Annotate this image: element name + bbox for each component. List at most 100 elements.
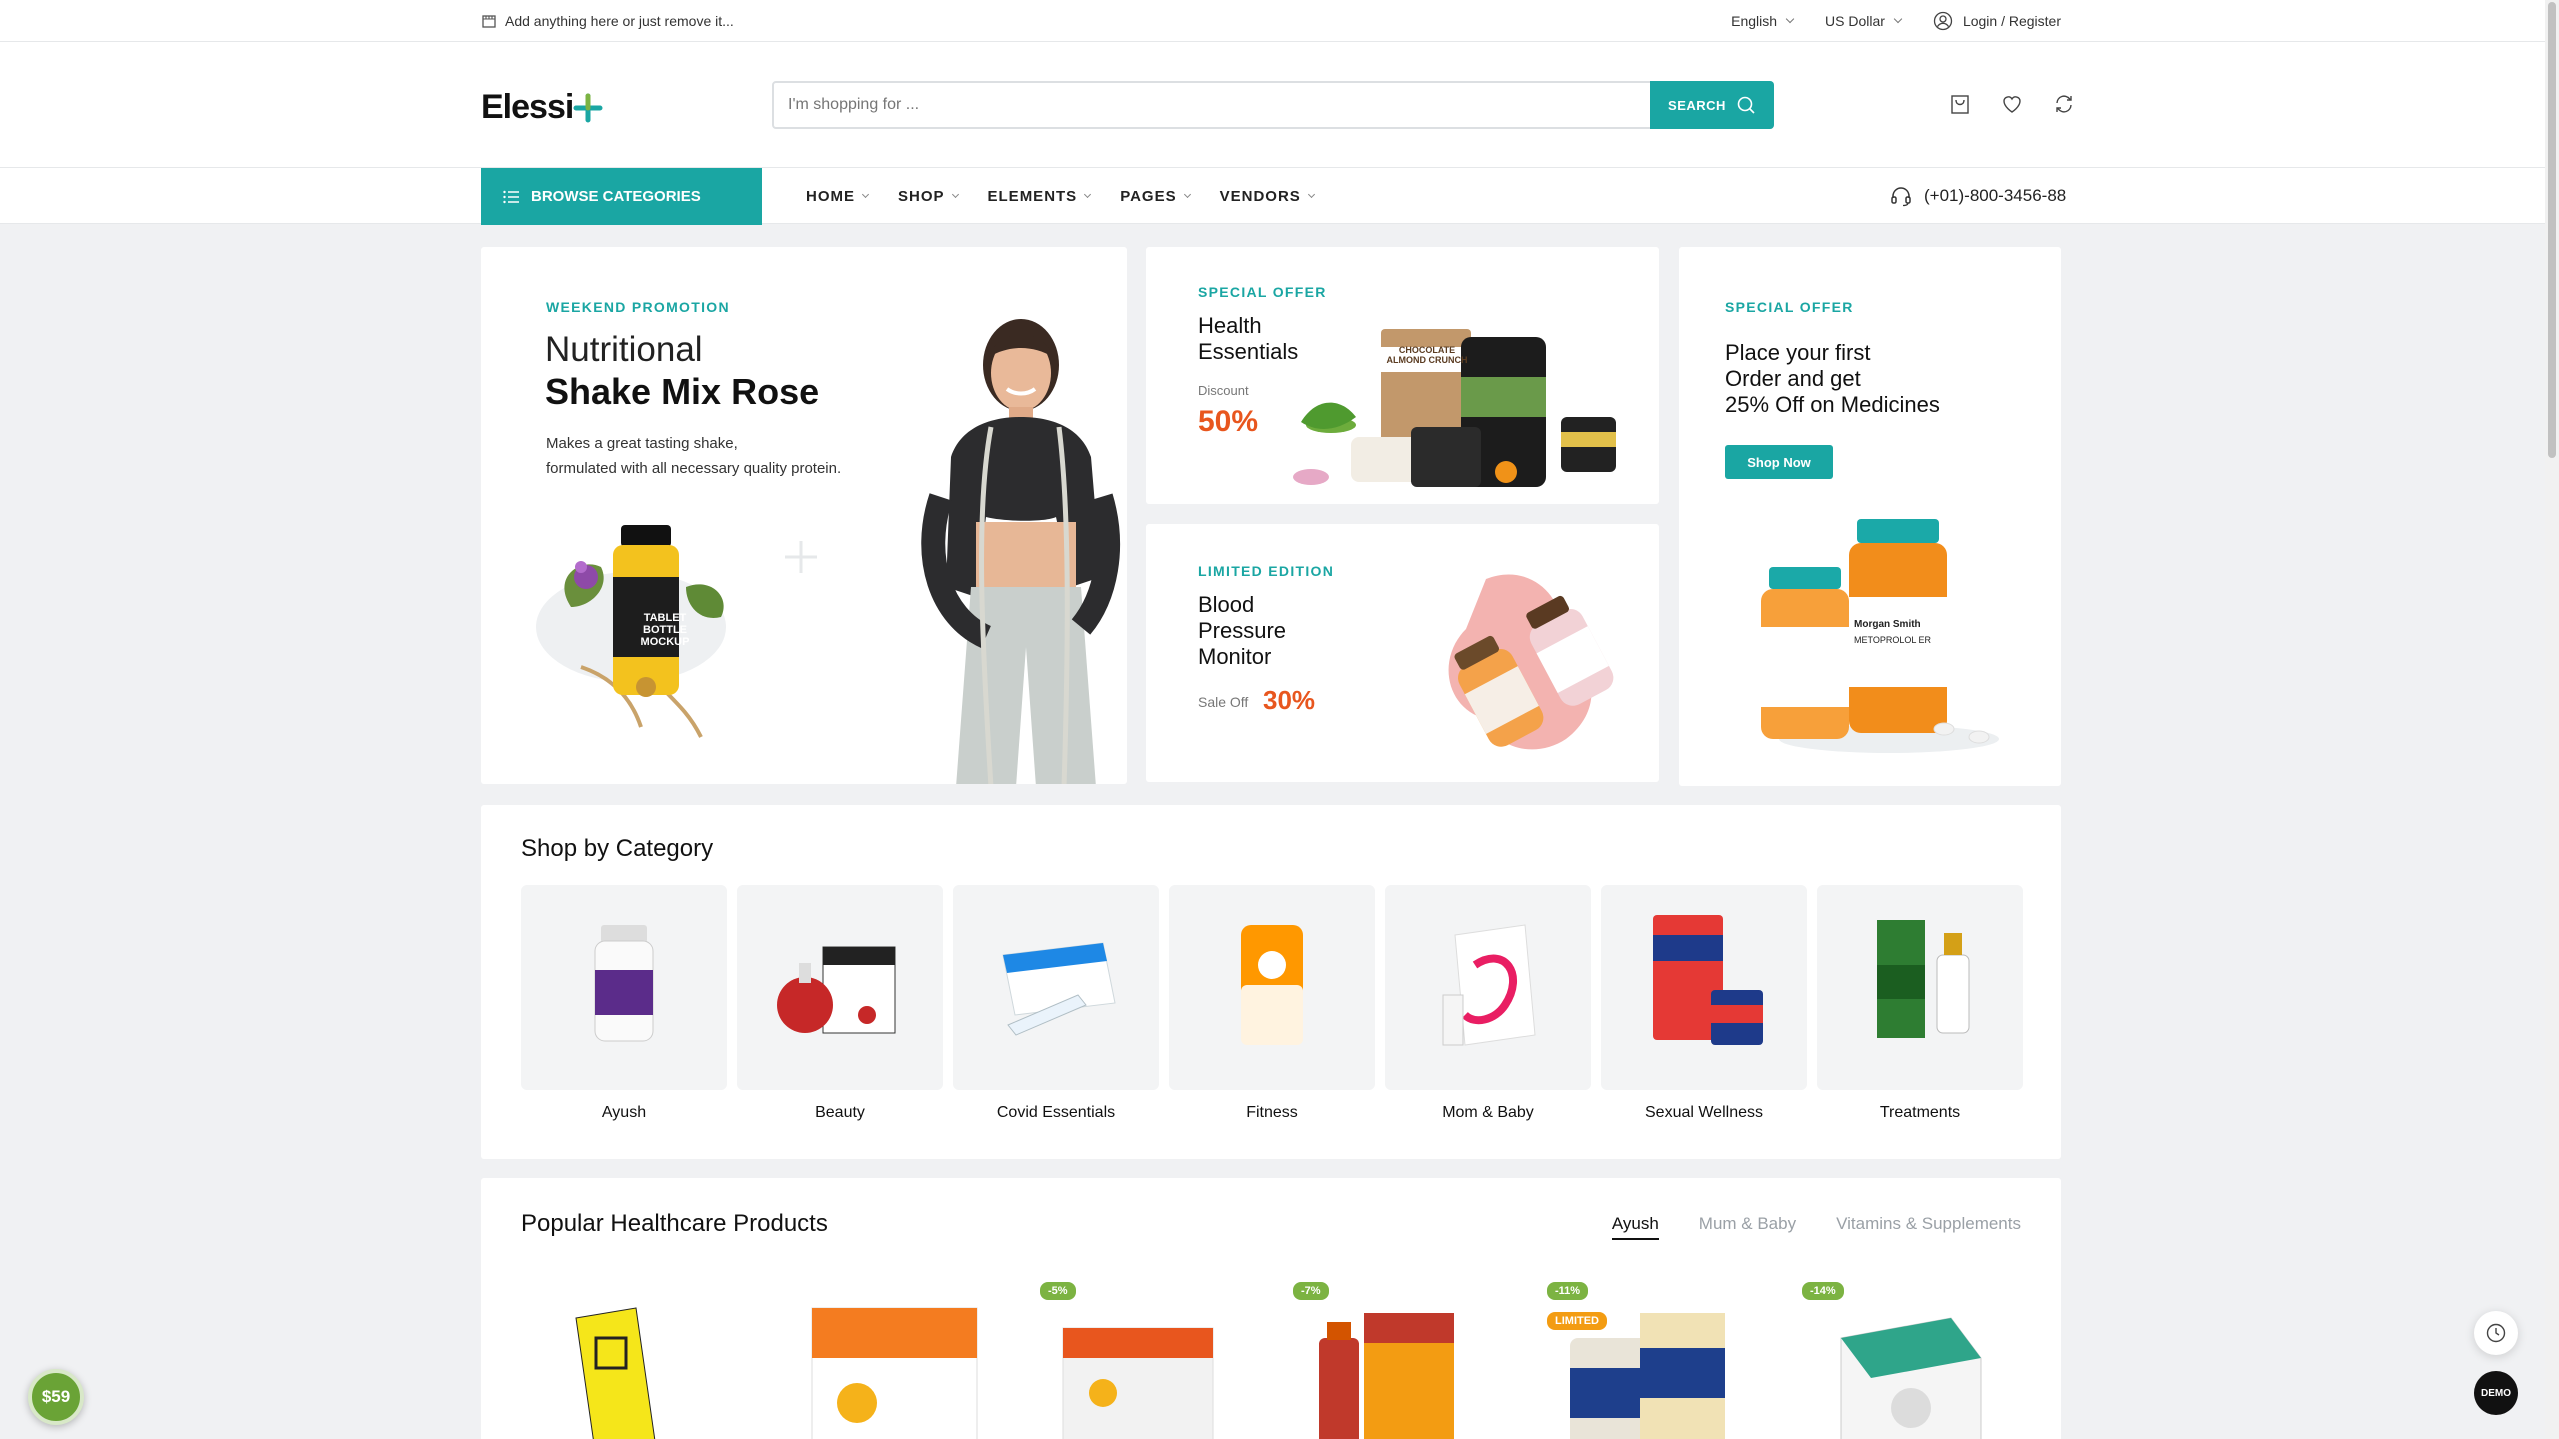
chevron-down-icon: [951, 190, 959, 198]
search-button[interactable]: SEARCH: [1650, 81, 1774, 129]
bottle-label-line: TABLET: [643, 612, 687, 624]
product-card[interactable]: [521, 1278, 731, 1439]
product-card[interactable]: [777, 1278, 987, 1439]
tab-ayush[interactable]: Ayush: [1611, 1214, 1659, 1240]
chevron-down-icon: [1785, 14, 1795, 24]
promo-title-line: Order and get: [1725, 366, 1861, 391]
bottle-label-text: Morgan Smith: [1854, 619, 1921, 630]
nav-item-shop[interactable]: SHOP: [898, 187, 959, 205]
demo-button[interactable]: DEMO: [2474, 1371, 2518, 1415]
nav-item-vendors[interactable]: VENDORS: [1220, 188, 1315, 205]
section-title: Popular Healthcare Products: [521, 1210, 828, 1237]
chevron-down-icon: [1893, 14, 1903, 24]
login-register-link[interactable]: Login / Register: [1933, 11, 2061, 31]
category-ayush[interactable]: Ayush: [521, 885, 727, 1122]
product-card[interactable]: [1289, 1278, 1499, 1439]
promo-blood-pressure[interactable]: LIMITED EDITION Blood Pressure Monitor S…: [1146, 524, 1659, 782]
promo-sub-label: Discount: [1198, 383, 1249, 398]
browse-label: BROWSE CATEGORIES: [531, 188, 701, 205]
tab-mum-baby[interactable]: Mum & Baby: [1699, 1214, 1796, 1240]
category-label: Treatments: [1879, 1104, 1961, 1121]
category-image: [1385, 885, 1591, 1090]
currency-label: US Dollar: [1825, 13, 1885, 29]
page-scrollbar[interactable]: [2545, 0, 2559, 1439]
demo-label: DEMO: [2481, 1387, 2511, 1399]
site-logo[interactable]: Elessi: [481, 88, 603, 127]
product-card[interactable]: [1545, 1278, 1755, 1439]
search-input[interactable]: [774, 83, 1650, 127]
history-clock-button[interactable]: [2474, 1311, 2518, 1355]
headset-icon: [1891, 187, 1911, 207]
tab-vitamins-supplements[interactable]: Vitamins & Supplements: [1836, 1214, 2021, 1240]
search-icon: [1737, 96, 1755, 114]
promo-label: SPECIAL OFFER: [1198, 284, 1327, 300]
product-image: [575, 1307, 656, 1439]
category-image: [1817, 885, 2023, 1090]
category-beauty[interactable]: Beauty: [737, 885, 943, 1122]
promo-health-essentials[interactable]: SPECIAL OFFER Health Essentials Discount…: [1146, 247, 1659, 504]
list-icon: [503, 190, 519, 203]
currency-select[interactable]: US Dollar: [1825, 13, 1903, 29]
user-icon: [1933, 11, 1953, 31]
category-treatments[interactable]: Treatments: [1817, 885, 2023, 1122]
phone-number: (+01)-800-3456-88: [1924, 186, 2067, 205]
promo-title-line: Blood: [1198, 592, 1255, 617]
promo-title-light: Nutritional: [545, 330, 703, 369]
bottle-label-text: METOPROLOL ER: [1854, 635, 1932, 645]
chevron-down-icon: [1183, 190, 1191, 198]
category-mom-baby[interactable]: Mom & Baby: [1385, 885, 1591, 1122]
wishlist-heart-icon[interactable]: [2000, 92, 2024, 116]
chevron-down-icon: [1084, 190, 1092, 198]
logo-plus-icon: [573, 93, 603, 122]
category-label: Ayush: [601, 1104, 647, 1121]
shop-by-category-section: Shop by Category Ayush Beauty Covid Esse…: [481, 805, 2061, 1159]
search-button-label: SEARCH: [1668, 97, 1726, 113]
promo-sub-label: Sale Off: [1198, 694, 1249, 710]
login-label: Login / Register: [1962, 13, 2061, 29]
nav-item-pages[interactable]: PAGES: [1120, 187, 1191, 205]
product-tabs: Ayush Mum & Baby Vitamins & Supplements: [1611, 1214, 2021, 1240]
nav-label: PAGES: [1120, 187, 1177, 205]
product-image: [1570, 1313, 1725, 1439]
chevron-down-icon: [1307, 190, 1315, 198]
store-icon: [482, 15, 496, 28]
category-sexual-wellness[interactable]: Sexual Wellness: [1601, 885, 1807, 1122]
promo-discount-value: 30%: [1263, 685, 1316, 715]
promo-desc-line1: Makes a great tasting shake,: [546, 435, 738, 452]
nav-label: SHOP: [898, 187, 945, 205]
product-card[interactable]: [1033, 1278, 1243, 1439]
nav-item-home[interactable]: HOME: [806, 187, 870, 205]
promo-label: SPECIAL OFFER: [1725, 299, 1854, 315]
category-image: [737, 885, 943, 1090]
section-title: Shop by Category: [521, 835, 714, 862]
category-label: Mom & Baby: [1442, 1104, 1534, 1121]
browse-categories-button[interactable]: BROWSE CATEGORIES: [481, 168, 762, 225]
promo-medicine-offer[interactable]: SPECIAL OFFER Place your first Order and…: [1679, 247, 2061, 786]
promo-banner-nutritional[interactable]: WEEKEND PROMOTION Nutritional Shake Mix …: [481, 247, 1127, 784]
language-label: English: [1731, 13, 1778, 29]
fitness-woman-image: [921, 319, 1121, 784]
logo-text: Elessi: [481, 88, 574, 126]
category-label: Covid Essentials: [996, 1104, 1116, 1121]
cart-icon[interactable]: [1948, 92, 1972, 116]
nav-item-elements[interactable]: ELEMENTS: [987, 187, 1092, 205]
support-phone[interactable]: (+01)-800-3456-88: [1890, 168, 2066, 224]
popular-products-section: Popular Healthcare Products Ayush Mum & …: [481, 1178, 2061, 1439]
promo-title-line: Health: [1198, 313, 1262, 338]
language-select[interactable]: English: [1731, 13, 1795, 29]
category-image: [1169, 885, 1375, 1090]
nav-label: HOME: [806, 187, 855, 205]
search-bar: SEARCH: [772, 81, 1774, 129]
plus-decoration-icon: [785, 541, 817, 573]
scrollbar-thumb[interactable]: [2548, 2, 2556, 458]
product-pack-label: CHOCOLATE ALMOND CRUNCH: [1386, 345, 1468, 365]
bottle-label-line: MOCKUP: [640, 636, 690, 648]
cart-total-float-button[interactable]: $59: [28, 1369, 84, 1425]
category-fitness[interactable]: Fitness: [1169, 885, 1375, 1122]
category-label: Sexual Wellness: [1645, 1104, 1763, 1121]
category-covid-essentials[interactable]: Covid Essentials: [953, 885, 1159, 1122]
product-card[interactable]: [1801, 1278, 2011, 1439]
compare-refresh-icon[interactable]: [2052, 92, 2076, 116]
shop-now-button[interactable]: Shop Now: [1725, 445, 1833, 479]
nav-label: ELEMENTS: [987, 187, 1078, 205]
